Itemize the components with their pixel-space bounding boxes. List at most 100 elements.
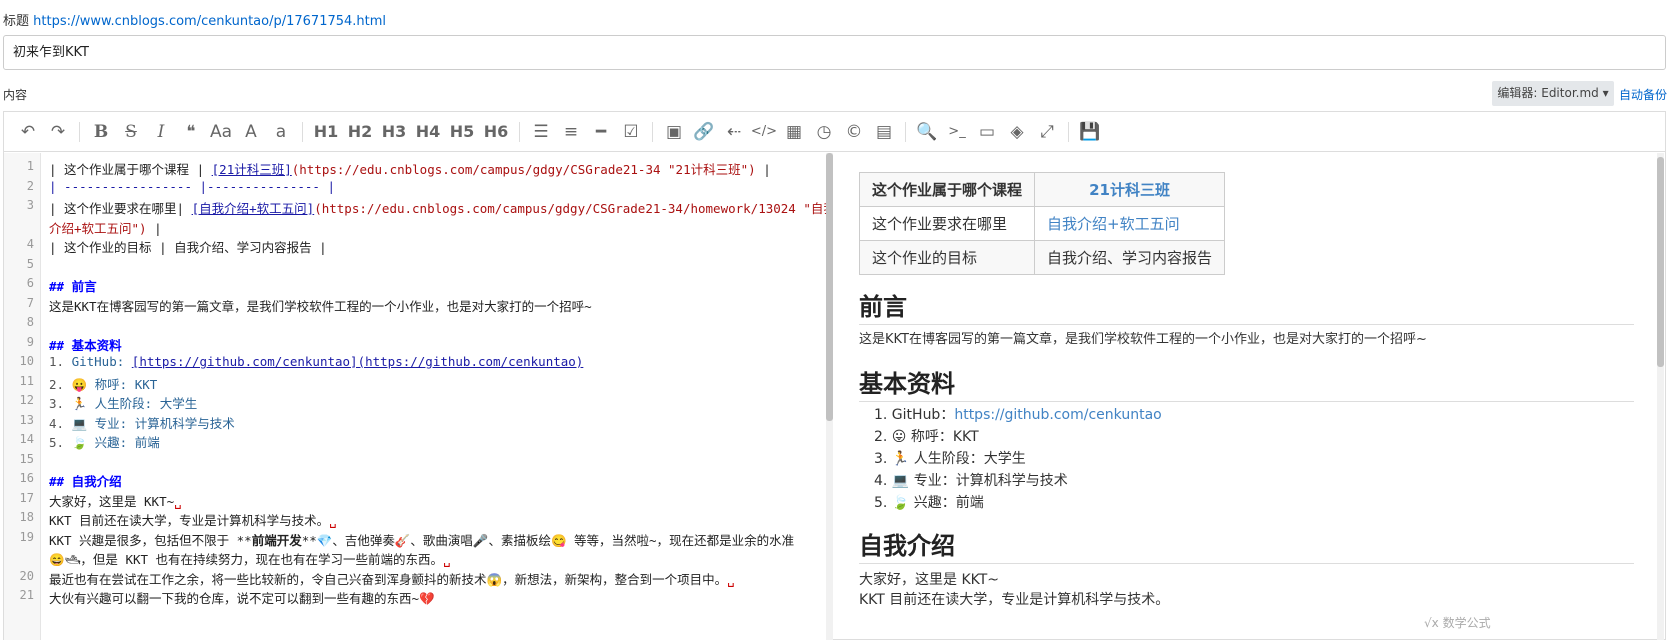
h5-button[interactable]: H5: [445, 117, 479, 147]
hide-preview-icon[interactable]: ◈: [1002, 117, 1032, 147]
list-item: 2. 😛 称呼：KKT: [859, 426, 1162, 448]
code-token: 最近也有在尝试在工作之余，将一些比较新的，令自己兴奋到浑身颤抖的新技术😱，新想法…: [49, 571, 728, 587]
code-icon[interactable]: </>: [749, 117, 779, 147]
line-number: 15: [19, 451, 34, 466]
autobackup-link[interactable]: 自动备份: [1619, 86, 1667, 103]
task-list-icon[interactable]: ☑: [616, 117, 646, 147]
code-token: 5.: [49, 435, 72, 450]
code-token: 1.: [49, 354, 72, 369]
italic-icon[interactable]: I: [146, 117, 176, 147]
line-number: 6: [26, 276, 34, 290]
horizontal-rule-icon[interactable]: ━: [586, 117, 616, 147]
ordered-list-icon[interactable]: ≡: [556, 117, 586, 147]
code-token: | 这个作业属于哪个课程 |: [49, 162, 212, 177]
datetime-icon[interactable]: ◷: [809, 117, 839, 147]
reference-link-icon[interactable]: ⇠: [719, 117, 749, 147]
class-link[interactable]: 21计科三班: [1089, 181, 1170, 199]
code-token: 😛 称呼: KKT: [71, 376, 158, 392]
h1-button[interactable]: H1: [309, 117, 343, 147]
toolbar-divider: [905, 121, 906, 142]
toolbar-divider: [519, 121, 520, 142]
line-text: 最近也有在尝试在工作之余，将一些比较新的，令自己兴奋到浑身颤抖的新技术😱，新想法…: [49, 569, 735, 588]
code-token: |: [755, 162, 771, 177]
copyright-icon[interactable]: ©: [839, 117, 869, 147]
title-input[interactable]: 初来乍到KKT: [3, 35, 1666, 70]
code-token: GitHub:: [71, 354, 132, 369]
line-number: 2: [26, 178, 34, 193]
line-text: 😄🛥，但是 KKT 也有在持续努力，现在也有在学习一些前端的东西。␣: [49, 549, 451, 568]
bold-icon[interactable]: B: [86, 117, 116, 147]
fullscreen-icon[interactable]: ⤢: [1032, 117, 1062, 147]
preview-scrollbar[interactable]: [1657, 153, 1664, 640]
line-number: 18: [19, 510, 34, 524]
code-token: 大伙有兴趣可以翻一下我的仓库，说不定可以翻到一些有趣的东西~💔: [49, 591, 435, 606]
save-icon[interactable]: 💾: [1075, 117, 1105, 147]
table-row: 这个作业要求在哪里 自我介绍+软工五问: [858, 206, 1226, 241]
search-icon[interactable]: 🔍: [912, 117, 942, 147]
line-text: ## 基本资料: [49, 335, 122, 354]
uppercase-icon[interactable]: Aa: [206, 117, 236, 147]
table-row: 这个作业属于哪个课程 21计科三班: [858, 172, 1226, 207]
table-icon[interactable]: ▦: [779, 117, 809, 147]
source-scrollbar-thumb[interactable]: [826, 153, 833, 421]
list-item-text: 2. 😛 称呼：KKT: [874, 429, 979, 445]
h6-button[interactable]: H6: [479, 117, 513, 147]
code-token: |: [146, 220, 162, 236]
line-number: 14: [19, 432, 34, 446]
preview-paragraph: 大家好，这里是 KKT~: [859, 572, 1000, 588]
toolbar-divider: [302, 121, 303, 142]
code-token: 介绍+软工五问"): [49, 220, 147, 236]
code-token: ## 基本资料: [49, 337, 122, 353]
line-number: 3: [26, 198, 34, 212]
quote-icon[interactable]: ❝: [176, 117, 206, 147]
line-number: 10: [19, 354, 34, 368]
editor-select[interactable]: 编辑器: Editor.md ▾: [1492, 81, 1614, 106]
table-cell: 自我介绍、学习内容报告: [1034, 240, 1226, 275]
code-token: 🍃 兴趣: 前端: [71, 435, 160, 450]
preformatted-icon[interactable]: ▤: [869, 117, 899, 147]
terminal-icon[interactable]: >_: [942, 117, 972, 147]
h3-button[interactable]: H3: [377, 117, 411, 147]
code-token: [21计科三班]: [211, 162, 292, 177]
image-icon[interactable]: ▣: [659, 117, 689, 147]
source-scrollbar[interactable]: [826, 153, 833, 640]
content-label: 内容: [3, 88, 28, 102]
line-text: ## 前言: [49, 276, 97, 295]
preview-scrollbar-thumb[interactable]: [1657, 157, 1664, 367]
line-number: 16: [19, 471, 34, 485]
line-number: 8: [26, 315, 34, 329]
preview-heading-intro: 前言: [859, 287, 1634, 325]
line-text: 大伙有兴趣可以翻一下我的仓库，说不定可以翻到一些有趣的东西~💔: [49, 588, 435, 607]
list-item-text: 3. 🏃 人生阶段：大学生: [874, 451, 1026, 467]
line-number: 12: [19, 393, 34, 407]
github-link[interactable]: https://github.com/cenkuntao: [954, 407, 1161, 423]
preview-heading-basic: 基本资料: [859, 364, 1634, 402]
line-text: | 这个作业的目标 | 自我介绍、学习内容报告 |: [49, 237, 327, 256]
list-item-text: 5. 🍃 兴趣：前端: [874, 495, 984, 511]
line-number: 4: [26, 237, 34, 251]
title-label: 标题: [3, 14, 30, 29]
post-url-link[interactable]: https://www.cnblogs.com/cenkuntao/p/1767…: [33, 14, 386, 29]
line-text: KKT 目前还在读大学，专业是计算机科学与技术。␣: [49, 510, 337, 529]
preview-paragraph: 这是KKT在博客园写的第一篇文章，是我们学校软件工程的一个小作业，也是对大家打的…: [859, 332, 1427, 347]
preview-basic-list: 1. GitHub：https://github.com/cenkuntao 2.…: [859, 404, 1162, 514]
unordered-list-icon[interactable]: ☰: [526, 117, 556, 147]
code-token: | ----------------- |--------------- |: [49, 178, 335, 194]
undo-icon[interactable]: ↶: [13, 117, 43, 147]
code-token: KKT 兴趣是很多，包括但不限于 **: [49, 532, 252, 548]
markdown-source-pane[interactable]: 1 | 这个作业属于哪个课程 | [21计科三班](https://edu.cnb…: [4, 153, 832, 640]
homework-link[interactable]: 自我介绍+软工五问: [1047, 215, 1180, 233]
code-token: | 这个作业要求在哪里|: [49, 201, 192, 216]
table-cell: 这个作业要求在哪里: [858, 206, 1036, 241]
strikethrough-icon[interactable]: S: [116, 117, 146, 147]
link-icon[interactable]: 🔗: [689, 117, 719, 147]
h2-button[interactable]: H2: [343, 117, 377, 147]
capitalize-icon[interactable]: A: [236, 117, 266, 147]
line-text: 1. GitHub: [https://github.com/cenkuntao…: [49, 354, 583, 369]
lowercase-icon[interactable]: a: [266, 117, 296, 147]
redo-icon[interactable]: ↷: [43, 117, 73, 147]
h4-button[interactable]: H4: [411, 117, 445, 147]
code-token: 3.: [49, 396, 72, 411]
preview-icon[interactable]: ▭: [972, 117, 1002, 147]
math-formula-link[interactable]: √x 数学公式: [1424, 614, 1491, 631]
